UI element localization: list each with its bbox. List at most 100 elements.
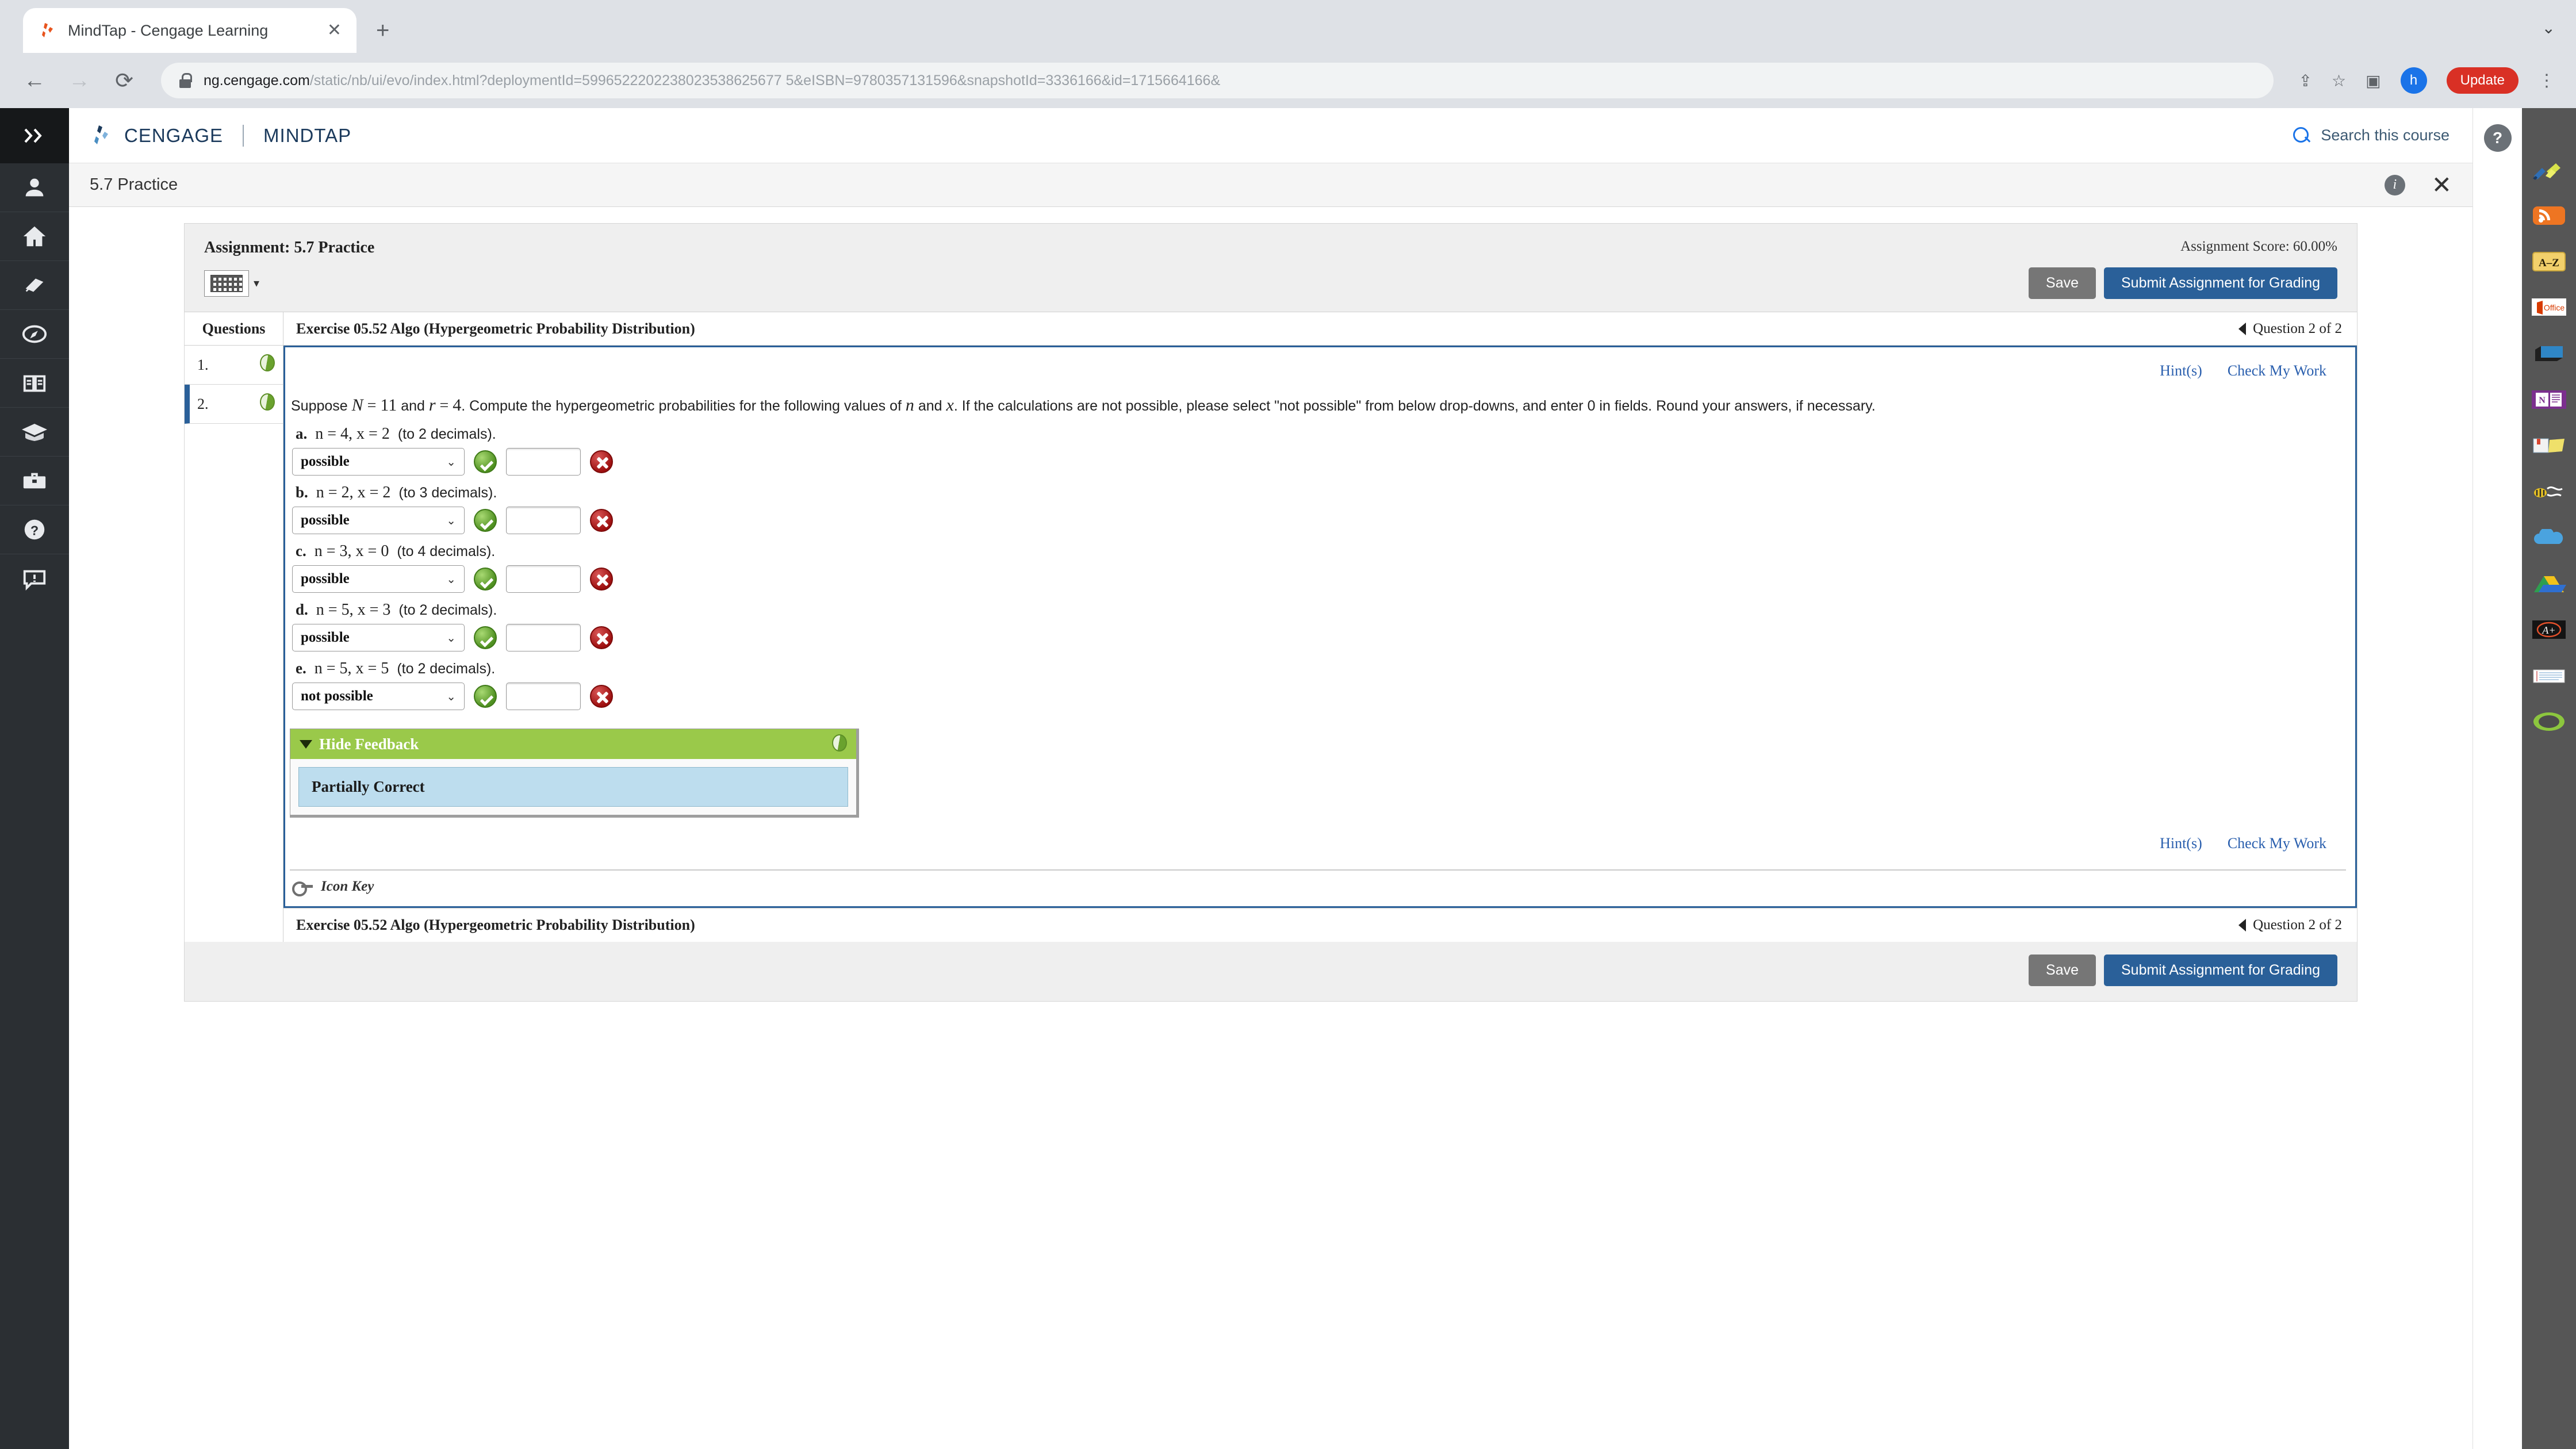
sidebar-item-home[interactable]	[0, 212, 69, 261]
question-nav-top[interactable]: Question 2 of 2	[2238, 321, 2342, 337]
blue-box-icon[interactable]	[2531, 340, 2567, 367]
new-tab-button[interactable]: +	[376, 18, 389, 44]
share-icon[interactable]: ⇪	[2299, 71, 2312, 90]
sidebar-item-help[interactable]: ?	[0, 505, 69, 554]
brand-divider	[243, 124, 244, 147]
possibility-select-b[interactable]: possible ⌄	[292, 507, 465, 534]
audio-bee-icon[interactable]	[2531, 478, 2567, 505]
search-course-button[interactable]: Search this course	[2293, 126, 2450, 144]
exercise-header: Exercise 05.52 Algo (Hypergeometric Prob…	[283, 312, 2357, 346]
browser-tab[interactable]: MindTap - Cengage Learning ✕	[23, 8, 356, 53]
sidebar-item-announcements[interactable]	[0, 554, 69, 603]
question-nav-bottom[interactable]: Question 2 of 2	[2238, 917, 2342, 933]
profile-avatar[interactable]: h	[2400, 67, 2427, 94]
answer-input-d[interactable]	[506, 624, 581, 651]
update-button[interactable]: Update	[2446, 67, 2518, 94]
answer-input-c[interactable]	[506, 565, 581, 593]
possibility-select-a[interactable]: possible ⌄	[292, 448, 465, 476]
save-button-bottom[interactable]: Save	[2029, 954, 2096, 986]
help-icon[interactable]: ?	[2483, 124, 2512, 152]
chevron-down-icon[interactable]: ▾	[254, 276, 259, 290]
submit-assignment-button-bottom[interactable]: Submit Assignment for Grading	[2104, 954, 2337, 986]
part-a-label: a. n = 4, x = 2 (to 2 decimals).	[291, 425, 2355, 443]
hints-link-top[interactable]: Hint(s)	[2160, 362, 2202, 379]
incorrect-icon	[590, 568, 613, 591]
mindtap-favicon	[38, 21, 57, 40]
feedback-toggle[interactable]: Hide Feedback	[290, 729, 856, 759]
check-my-work-link-bottom[interactable]: Check My Work	[2228, 835, 2326, 852]
problem-parts: a. n = 4, x = 2 (to 2 decimals). possibl…	[285, 421, 2355, 716]
part-a: a. n = 4, x = 2 (to 2 decimals). possibl…	[291, 425, 2355, 481]
question-number: 1.	[197, 356, 209, 373]
back-button[interactable]: ←	[21, 68, 48, 93]
window-minimize-button[interactable]: ⌄	[2542, 18, 2555, 37]
part-c-label: c. n = 3, x = 0 (to 4 decimals).	[291, 542, 2355, 561]
sidebar-item-reader[interactable]	[0, 359, 69, 408]
answer-input-b[interactable]	[506, 507, 581, 534]
svg-text:A–Z: A–Z	[2539, 257, 2559, 269]
sidebar-item-notebook[interactable]	[0, 261, 69, 310]
stem-and2: and	[918, 398, 942, 414]
question-list-item-2[interactable]: 2.	[185, 385, 283, 424]
previous-question-icon[interactable]	[2238, 919, 2247, 931]
hints-link-bottom[interactable]: Hint(s)	[2160, 835, 2202, 852]
assignment-panel: Assignment: 5.7 Practice Assignment Scor…	[184, 223, 2358, 1002]
rss-icon[interactable]	[2531, 202, 2567, 229]
partial-credit-icon	[832, 734, 847, 752]
part-letter: e.	[296, 660, 306, 677]
save-button-top[interactable]: Save	[2029, 267, 2096, 299]
exercise-title-footer: Exercise 05.52 Algo (Hypergeometric Prob…	[296, 917, 695, 933]
url-path: /static/nb/ui/evo/index.html?deploymentI…	[309, 72, 1221, 89]
possibility-select-e[interactable]: not possible ⌄	[292, 683, 465, 710]
cloud-icon[interactable]	[2531, 524, 2567, 551]
sidebar-item-toolbox[interactable]	[0, 457, 69, 505]
submit-assignment-button-top[interactable]: Submit Assignment for Grading	[2104, 267, 2337, 299]
bookmark-star-icon[interactable]: ☆	[2332, 71, 2346, 90]
office-icon[interactable]: Office	[2531, 294, 2567, 321]
reload-button[interactable]: ⟳	[110, 68, 138, 94]
answer-input-a[interactable]	[506, 448, 581, 476]
browser-menu-icon[interactable]: ⋮	[2538, 71, 2555, 91]
google-drive-icon[interactable]	[2531, 570, 2567, 597]
part-math: n = 3, x = 0	[314, 542, 389, 560]
person-icon	[25, 178, 44, 197]
book-highlight-icon[interactable]	[2531, 432, 2567, 459]
lock-icon	[179, 73, 192, 88]
sidebar-item-profile[interactable]	[0, 163, 69, 212]
question-list-item-1[interactable]: 1.	[185, 346, 283, 385]
a-z-glossary-icon[interactable]: A–Z	[2531, 248, 2567, 275]
tab-close-icon[interactable]: ✕	[327, 22, 342, 39]
onenote-icon[interactable]: N	[2531, 386, 2567, 413]
cengage-logo-icon	[90, 124, 114, 148]
answer-input-e[interactable]	[506, 683, 581, 710]
icon-key-label: Icon Key	[321, 879, 374, 894]
green-record-icon[interactable]	[2531, 708, 2567, 735]
question-wrapper: Questions 1. 2. Exercise 05.52 Algo (Hyp…	[185, 312, 2357, 942]
sidebar-item-compass[interactable]	[0, 310, 69, 359]
part-note: (to 4 decimals).	[397, 543, 496, 559]
icon-key-row[interactable]: Icon Key	[290, 869, 2346, 896]
omnibox-actions: ⇪ ☆ ▣ h Update ⋮	[2299, 67, 2555, 94]
check-my-work-link-top[interactable]: Check My Work	[2228, 362, 2326, 379]
side-panel-icon[interactable]: ▣	[2366, 71, 2380, 90]
brand-name: CENGAGE	[124, 124, 224, 146]
part-note: (to 3 decimals).	[398, 485, 497, 501]
notecards-icon[interactable]	[2531, 662, 2567, 689]
right-app-rail: A–Z Office N A+	[2522, 108, 2576, 1449]
feedback-toggle-label: Hide Feedback	[319, 735, 419, 753]
close-icon[interactable]: ✕	[2432, 172, 2452, 197]
sidebar-expand-button[interactable]	[0, 108, 69, 163]
address-bar[interactable]: ng.cengage.com/static/nb/ui/evo/index.ht…	[161, 63, 2274, 98]
math-keyboard-button[interactable]	[204, 270, 249, 297]
a-plus-icon[interactable]: A+	[2531, 616, 2567, 643]
info-icon[interactable]: i	[2384, 174, 2405, 195]
highlighter-icon[interactable]	[2531, 156, 2567, 183]
possibility-select-d[interactable]: possible ⌄	[292, 624, 465, 651]
brand-logo[interactable]: CENGAGE MINDTAP	[90, 124, 351, 148]
forward-button[interactable]: →	[66, 68, 93, 93]
previous-question-icon[interactable]	[2238, 322, 2247, 335]
possibility-select-c[interactable]: possible ⌄	[292, 565, 465, 593]
part-letter: a.	[296, 425, 308, 442]
sidebar-item-grades[interactable]	[0, 408, 69, 457]
incorrect-icon	[590, 450, 613, 473]
